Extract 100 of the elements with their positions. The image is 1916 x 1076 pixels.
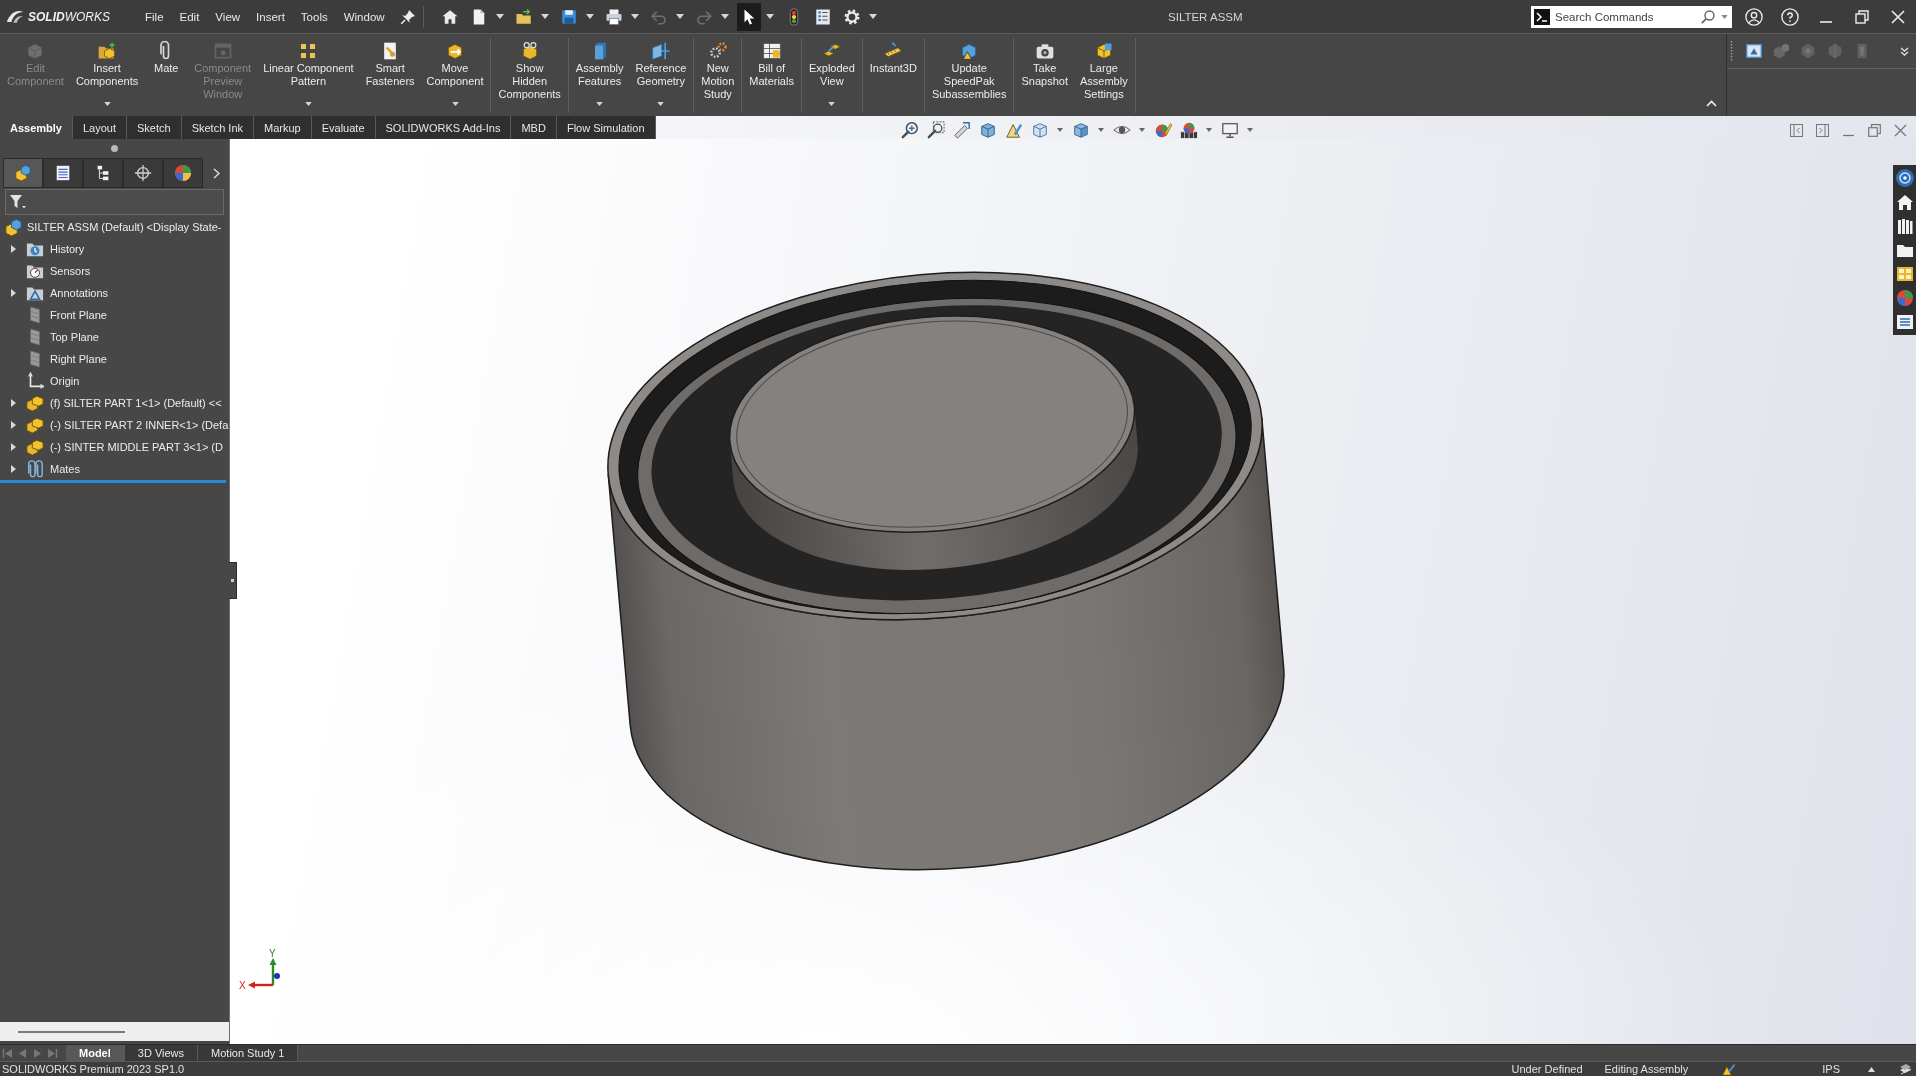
command-tab[interactable]: Evaluate [311, 116, 376, 139]
command-tab[interactable]: Markup [254, 116, 312, 139]
caret-down-icon[interactable] [1056, 128, 1063, 132]
tree-item[interactable]: Sensors [0, 260, 229, 282]
tree-item[interactable]: Annotations [0, 282, 229, 304]
triangle-pencil-icon[interactable] [1004, 121, 1023, 139]
ribbon-button[interactable]: Reference Geometry [629, 38, 693, 113]
menu-item[interactable]: Tools [292, 4, 336, 29]
ribbon-button[interactable]: New Motion Study [695, 38, 741, 113]
gripper-icon[interactable] [1730, 41, 1733, 61]
caret-down-icon[interactable] [495, 14, 504, 19]
tree-item[interactable]: (f) SILTER PART 1<1> (Default) << [0, 392, 229, 414]
search-field[interactable]: Search Commands [1531, 5, 1732, 28]
help-icon[interactable] [1781, 7, 1799, 26]
ribbon-button[interactable]: Update SpeedPak Subassemblies [925, 38, 1013, 113]
ribbon-button[interactable]: Large Assembly Settings [1073, 38, 1134, 113]
units-label[interactable]: IPS [1822, 1062, 1840, 1076]
monitor-icon[interactable] [1220, 121, 1239, 139]
ribbon-button[interactable]: Insert Components [69, 38, 145, 113]
ribbon-button[interactable]: Mate [144, 38, 189, 113]
handle-dot-icon[interactable] [111, 145, 118, 152]
shaded-cube-icon[interactable] [1071, 121, 1090, 139]
ribbon-button[interactable]: Exploded View [802, 38, 861, 113]
panel-right-icon[interactable] [1816, 123, 1829, 137]
ribbon-button[interactable]: Smart Fasteners [359, 38, 421, 113]
pin-icon[interactable] [400, 9, 415, 24]
restore-icon[interactable] [1855, 9, 1869, 24]
menu-item[interactable]: View [207, 4, 249, 29]
caret-down-icon[interactable] [1205, 128, 1212, 132]
tree-item[interactable]: Top Plane [0, 326, 229, 348]
panel-tab[interactable] [123, 158, 163, 188]
bottom-tab[interactable]: 3D Views [124, 1045, 199, 1061]
zoom-magnifier-icon[interactable] [900, 121, 919, 139]
color-ball-pencil-icon[interactable] [1153, 121, 1172, 139]
panel-tab[interactable] [3, 158, 43, 188]
command-tab[interactable]: Assembly [0, 116, 73, 139]
panel-tab[interactable] [43, 158, 83, 188]
menu-item[interactable]: File [137, 4, 172, 29]
view-frame-icon[interactable] [1745, 42, 1763, 60]
stack-icon[interactable] [1899, 1063, 1912, 1075]
caret-down-icon[interactable] [1246, 128, 1253, 132]
ribbon-button[interactable]: Linear Component Pattern [257, 38, 360, 113]
sphere-checker-icon[interactable] [1179, 121, 1198, 139]
bottom-tab[interactable]: Motion Study 1 [198, 1045, 299, 1061]
list-icon[interactable] [1894, 312, 1915, 332]
filter-field[interactable] [5, 189, 224, 215]
menu-item[interactable]: Edit [171, 4, 208, 29]
command-tab[interactable]: Sketch [127, 116, 182, 139]
caret-down-icon[interactable] [585, 14, 594, 19]
toolbar-button[interactable] [736, 2, 761, 31]
tree-item[interactable]: SILTER ASSM (Default) <Display State- [0, 216, 229, 238]
menu-item[interactable]: Window [335, 4, 393, 29]
scrollbar-thumb[interactable] [18, 1030, 125, 1033]
user-icon[interactable] [1745, 7, 1763, 26]
panel-tab[interactable] [163, 158, 203, 188]
caret-down-icon[interactable] [868, 14, 877, 19]
pencil-warning-icon[interactable] [1722, 1062, 1737, 1076]
ribbon-button[interactable]: Instant3D [863, 38, 923, 113]
color-pie-icon [174, 164, 192, 182]
pencil-icon[interactable] [952, 121, 971, 139]
ribbon-button[interactable]: Assembly Features [569, 38, 630, 113]
globe-icon[interactable] [1894, 168, 1915, 188]
caret-down-icon[interactable] [1097, 128, 1104, 132]
command-tab[interactable]: Layout [73, 116, 127, 139]
bottom-tab[interactable]: Model [66, 1045, 125, 1061]
double-chevron-down-icon[interactable] [1900, 46, 1909, 56]
chevron-up-icon[interactable] [1706, 100, 1717, 107]
command-tab[interactable]: MBD [511, 116, 557, 139]
panel-left-icon[interactable] [1790, 123, 1803, 137]
caret-up-icon[interactable] [1868, 1066, 1875, 1072]
command-tab[interactable]: Flow Simulation [556, 116, 656, 139]
command-tab[interactable]: SOLIDWORKS Add-Ins [375, 116, 512, 139]
caret-down-icon[interactable] [540, 14, 549, 19]
ribbon-button[interactable]: Bill of Materials [743, 38, 800, 113]
tree-item[interactable]: Front Plane [0, 304, 229, 326]
tree-item[interactable]: Mates [0, 458, 229, 480]
splitter-handle[interactable] [229, 562, 237, 599]
cube-icon[interactable] [1030, 121, 1049, 139]
tree-item[interactable]: Right Plane [0, 348, 229, 370]
command-tab[interactable]: Sketch Ink [181, 116, 254, 139]
ribbon-button[interactable]: Take Snapshot [1015, 38, 1074, 113]
cube-section-icon[interactable] [978, 121, 997, 139]
tree-item[interactable]: History [0, 238, 229, 260]
zoom-area-icon[interactable] [926, 121, 945, 139]
menu-item[interactable]: Insert [248, 4, 293, 29]
caret-down-icon[interactable] [1721, 14, 1728, 19]
view-palette-icon[interactable] [1894, 264, 1915, 284]
panel-tab[interactable] [83, 158, 123, 188]
color-ball-icon[interactable] [1894, 288, 1915, 308]
tree-item[interactable]: Origin [0, 370, 229, 392]
caret-down-icon[interactable] [765, 14, 774, 19]
tree-item[interactable]: (-) SINTER MIDDLE PART 3<1> (D [0, 436, 229, 458]
search-icon[interactable] [1701, 9, 1715, 24]
chevron-right-icon[interactable] [213, 167, 220, 179]
restore-icon[interactable] [1868, 123, 1881, 137]
ribbon-button[interactable]: Move Component [420, 38, 490, 113]
caret-down-icon[interactable] [1138, 128, 1145, 132]
tree-item[interactable]: (-) SILTER PART 2 INNER<1> (Defa [0, 414, 229, 436]
ribbon-button[interactable]: Show Hidden Components [492, 38, 567, 113]
caret-down-icon[interactable] [630, 14, 639, 19]
